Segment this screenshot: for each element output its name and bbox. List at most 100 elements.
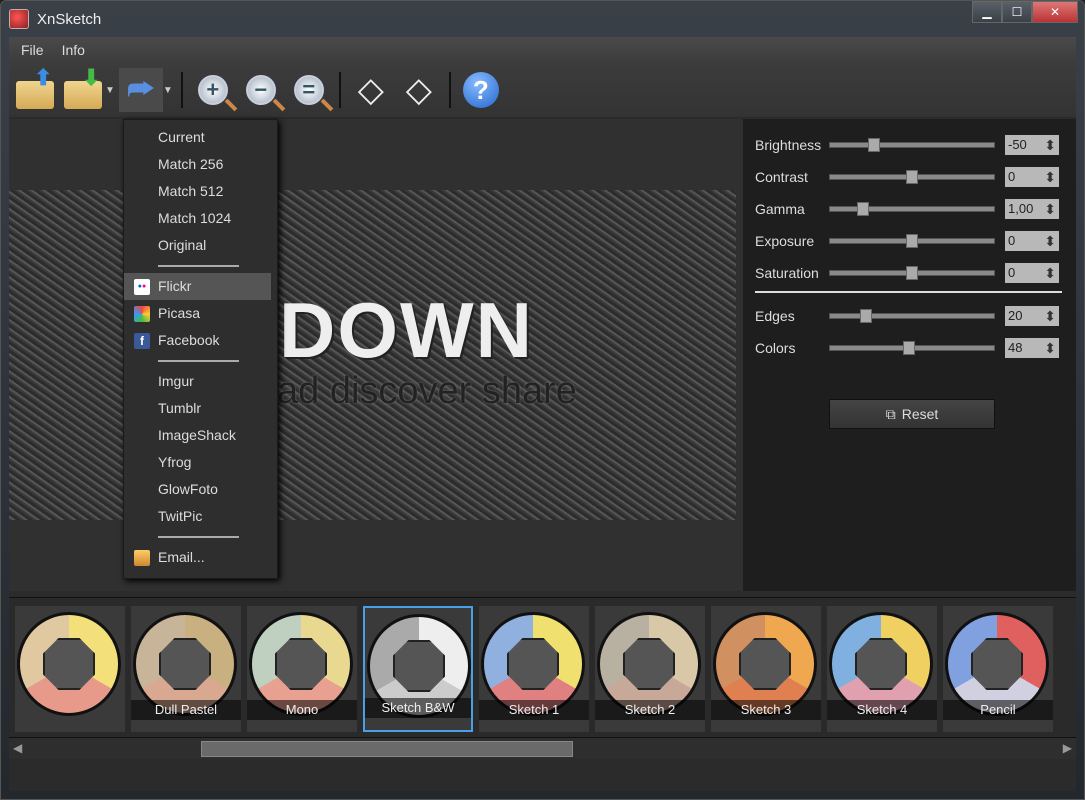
octagon-shape — [393, 640, 445, 692]
menu-item-yfrog[interactable]: Yfrog — [124, 449, 277, 476]
save-button[interactable]: ⬇ — [61, 65, 105, 112]
preset-thumbnail[interactable]: Sketch B&W — [363, 606, 473, 732]
menu-item-size[interactable]: Original — [124, 232, 277, 259]
adjust-row-gamma: Gamma 1,00 — [755, 197, 1062, 221]
preset-thumbnail[interactable]: Sketch 2 — [595, 606, 705, 732]
scroll-left-icon[interactable]: ◀ — [13, 741, 22, 755]
preset-strip: Dull Pastel Mono Sketch B&W Sketch 1 Sketch … — [9, 597, 1076, 737]
close-button[interactable]: ✕ — [1032, 1, 1078, 23]
minimize-button[interactable]: ▁ — [972, 1, 1002, 23]
slider-thumb[interactable] — [906, 266, 918, 280]
preset-wheel-icon — [17, 612, 121, 716]
menu-item-size[interactable]: Match 512 — [124, 178, 277, 205]
menu-item-glowfoto[interactable]: GlowFoto — [124, 476, 277, 503]
menu-item-imgur[interactable]: Imgur — [124, 368, 277, 395]
zoom-in-button[interactable]: + — [191, 68, 235, 112]
slider-thumb[interactable] — [906, 170, 918, 184]
menu-item-picasa[interactable]: Picasa — [124, 300, 277, 327]
zoom-fit-button[interactable]: = — [287, 68, 331, 112]
zoom-fit-icon: = — [293, 75, 324, 105]
app-window: XnSketch ▁ ☐ ✕ File Info ⬆ ⬇ ▼ ⮫ ▼ + − =… — [0, 0, 1085, 800]
colors-spinbox[interactable]: 48 — [1005, 338, 1059, 358]
preset-label: Pencil — [943, 700, 1053, 720]
gamma-spinbox[interactable]: 1,00 — [1005, 199, 1059, 219]
preset-label: Sketch 3 — [711, 700, 821, 720]
preset-label: Sketch 1 — [479, 700, 589, 720]
export-dropdown-icon[interactable]: ▼ — [163, 85, 173, 96]
colors-label: Colors — [755, 340, 796, 356]
menu-item-size[interactable]: Current — [124, 124, 277, 151]
adjust-row-edges: Edges 20 — [755, 304, 1062, 328]
export-menu: Current Match 256 Match 512 Match 1024 Origi… — [123, 119, 278, 579]
slider-thumb[interactable] — [856, 202, 869, 216]
octagon-shape — [971, 638, 1023, 690]
saturation-slider[interactable] — [829, 266, 995, 280]
exposure-slider[interactable] — [829, 234, 995, 248]
menu-item-label: Email... — [158, 549, 205, 565]
contrast-slider[interactable] — [829, 170, 995, 184]
rotate-left-button[interactable]: ◇ — [349, 68, 393, 112]
export-button[interactable]: ⮫ — [118, 68, 163, 112]
slider-thumb[interactable] — [906, 234, 918, 248]
contrast-label: Contrast — [755, 169, 808, 185]
slider-thumb[interactable] — [860, 309, 873, 323]
reset-icon: ⧉ — [885, 405, 896, 422]
open-button[interactable]: ⬆ — [13, 65, 57, 112]
slider-thumb[interactable] — [902, 341, 915, 355]
colors-slider[interactable] — [829, 341, 995, 355]
slider-thumb[interactable] — [868, 138, 881, 152]
adjust-row-brightness: Brightness -50 — [755, 133, 1062, 157]
preset-label: Mono — [247, 700, 357, 720]
scroll-handle[interactable] — [201, 741, 573, 757]
preset-thumbnail[interactable]: Pencil — [943, 606, 1053, 732]
menu-item-size[interactable]: Match 1024 — [124, 205, 277, 232]
menu-item-tumblr[interactable]: Tumblr — [124, 395, 277, 422]
contrast-spinbox[interactable]: 0 — [1005, 167, 1059, 187]
preset-thumbnail[interactable]: Sketch 4 — [827, 606, 937, 732]
rotate-right-button[interactable]: ◇ — [397, 68, 441, 112]
edges-label: Edges — [755, 308, 795, 324]
menu-file[interactable]: File — [21, 42, 44, 58]
rotate-right-icon: ◇ — [405, 71, 432, 109]
title-bar: XnSketch — [9, 5, 101, 33]
menu-info[interactable]: Info — [62, 42, 85, 58]
preset-label: Sketch B&W — [365, 698, 471, 718]
preset-thumbnail[interactable]: Dull Pastel — [131, 606, 241, 732]
preset-scrollbar[interactable]: ◀ ▶ — [9, 737, 1076, 759]
reset-button[interactable]: ⧉ Reset — [829, 399, 995, 429]
preset-thumbnail[interactable]: Mono — [247, 606, 357, 732]
menu-item-imageshack[interactable]: ImageShack — [124, 422, 277, 449]
facebook-icon: f — [134, 333, 150, 349]
saturation-label: Saturation — [755, 265, 819, 281]
help-button[interactable]: ? — [459, 68, 503, 112]
brightness-spinbox[interactable]: -50 — [1005, 135, 1059, 155]
adjustments-panel: ⧉ Reset Brightness -50 Contrast 0 Gamma 1,00 Ex… — [743, 119, 1076, 591]
menu-item-flickr[interactable]: ●● Flickr — [124, 273, 271, 300]
status-bar — [9, 759, 1076, 791]
scroll-right-icon[interactable]: ▶ — [1063, 741, 1072, 755]
open-folder-icon: ⬆ — [16, 65, 54, 109]
preset-thumbnail[interactable]: Sketch 3 — [711, 606, 821, 732]
adjust-row-contrast: Contrast 0 — [755, 165, 1062, 189]
edges-spinbox[interactable]: 20 — [1005, 306, 1059, 326]
gamma-slider[interactable] — [829, 202, 995, 216]
menu-bar: File Info — [9, 37, 1076, 63]
menu-item-email[interactable]: Email... — [124, 544, 277, 571]
preset-thumbnail[interactable] — [15, 606, 125, 732]
maximize-button[interactable]: ☐ — [1002, 1, 1032, 23]
menu-item-facebook[interactable]: f Facebook — [124, 327, 277, 354]
window-title: XnSketch — [37, 10, 102, 28]
help-icon: ? — [462, 72, 499, 108]
zoom-out-button[interactable]: − — [239, 68, 283, 112]
save-dropdown-icon[interactable]: ▼ — [105, 85, 115, 96]
menu-item-size[interactable]: Match 256 — [124, 151, 277, 178]
zoom-out-icon: − — [245, 75, 276, 105]
edges-slider[interactable] — [829, 309, 995, 323]
brightness-slider[interactable] — [829, 138, 995, 152]
menu-item-twitpic[interactable]: TwitPic — [124, 503, 277, 530]
export-share-icon: ⮫ — [126, 73, 155, 106]
octagon-shape — [623, 638, 675, 690]
preset-thumbnail[interactable]: Sketch 1 — [479, 606, 589, 732]
exposure-spinbox[interactable]: 0 — [1005, 231, 1059, 251]
saturation-spinbox[interactable]: 0 — [1005, 263, 1059, 283]
